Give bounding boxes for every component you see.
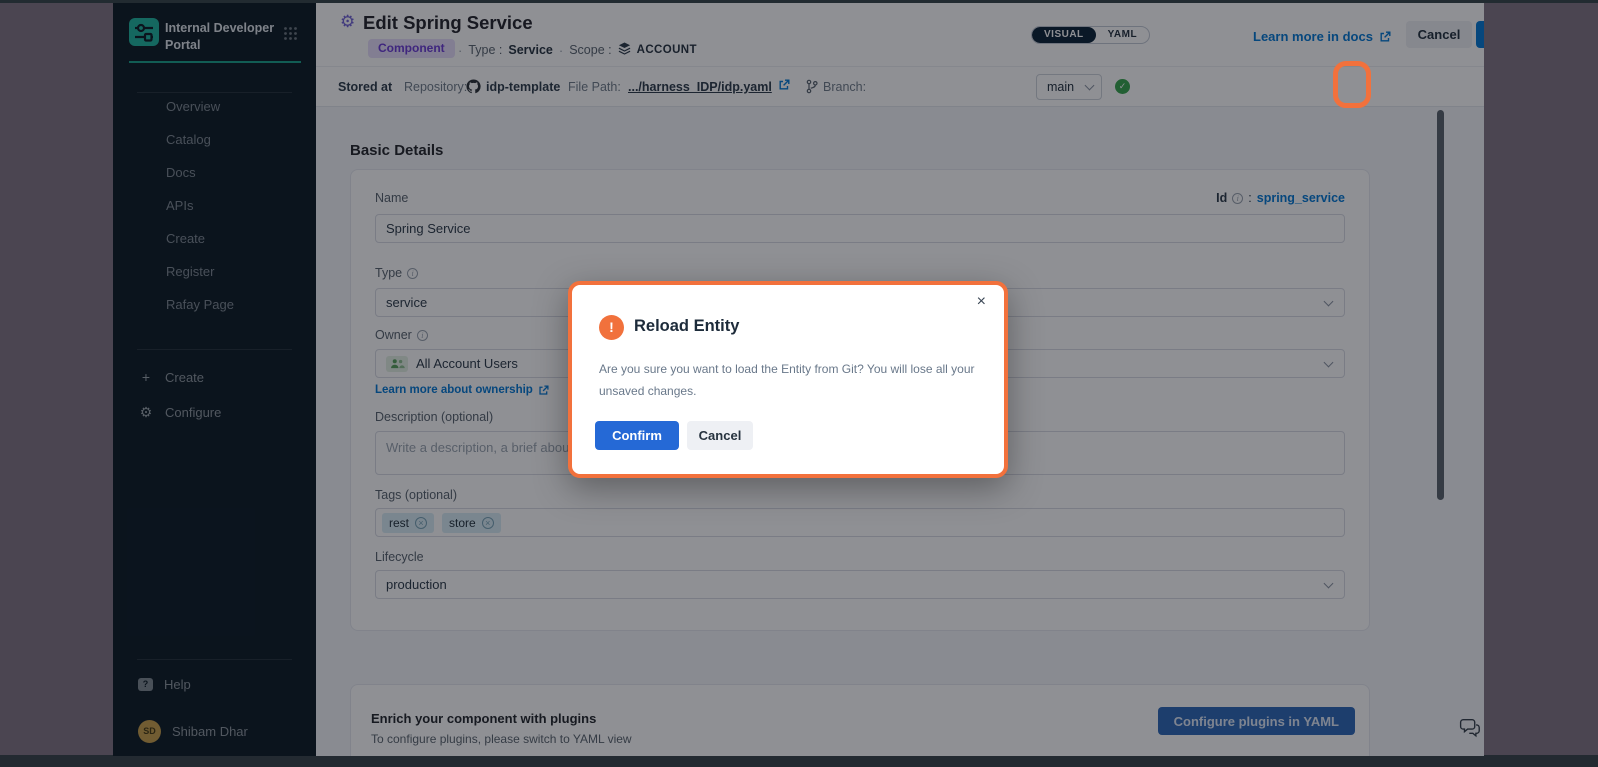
modal-title: Reload Entity bbox=[634, 317, 739, 336]
warning-icon: ! bbox=[599, 315, 624, 340]
confirm-button[interactable]: Confirm bbox=[595, 421, 679, 450]
modal-cancel-button[interactable]: Cancel bbox=[687, 421, 753, 450]
close-icon[interactable]: × bbox=[977, 293, 986, 311]
app-window: Internal Developer Portal Overview Catal… bbox=[113, 3, 1484, 756]
modal-body-text: Are you sure you want to load the Entity… bbox=[599, 359, 999, 402]
reload-entity-modal: × ! Reload Entity Are you sure you want … bbox=[568, 281, 1008, 478]
screen-bottom-edge bbox=[0, 755, 1598, 767]
